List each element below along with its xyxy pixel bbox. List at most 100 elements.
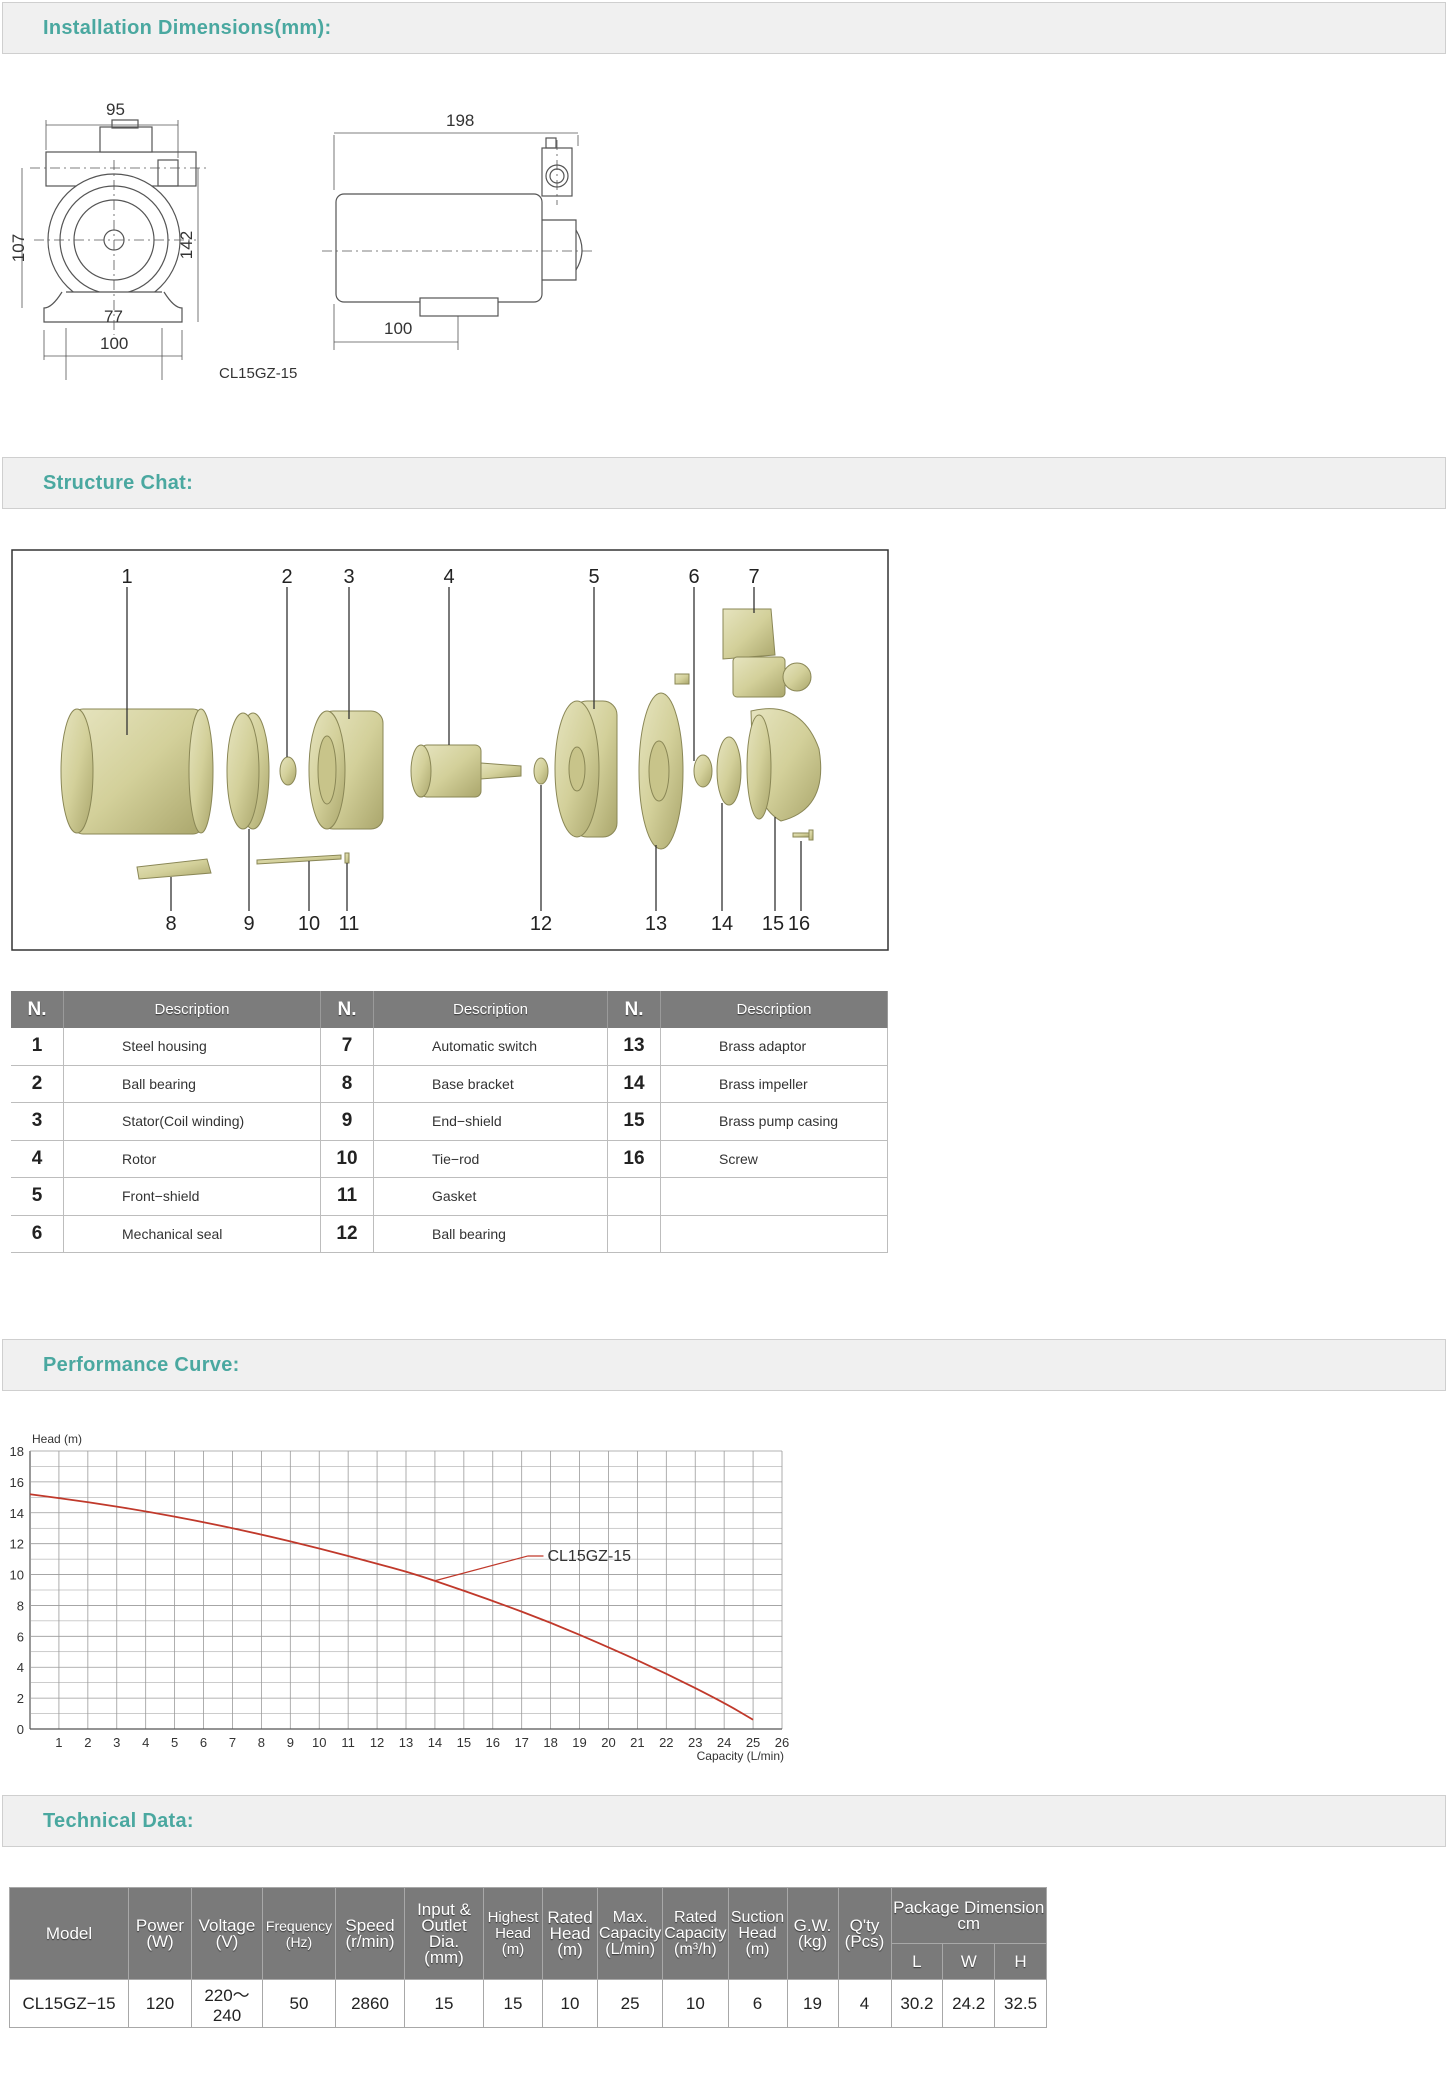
header-text: Capacity bbox=[599, 1924, 662, 1942]
header-unit: (mm) bbox=[424, 1947, 464, 1967]
callout-6: 6 bbox=[688, 566, 699, 588]
part-number: 11 bbox=[320, 1177, 374, 1216]
header-text: Head bbox=[738, 1924, 777, 1942]
header-unit: (m) bbox=[557, 1939, 583, 1959]
part-description: Ball bearing bbox=[63, 1065, 321, 1103]
part-number: 2 bbox=[11, 1065, 64, 1103]
header-unit: (L/min) bbox=[605, 1940, 656, 1958]
header-length: L bbox=[890, 1943, 944, 1980]
x-tick-label: 23 bbox=[688, 1735, 702, 1750]
callout-3: 3 bbox=[343, 566, 354, 588]
chart-grid bbox=[29, 1450, 783, 1730]
header-text: Frequency bbox=[265, 1917, 333, 1934]
header-n: N. bbox=[320, 991, 374, 1028]
x-tick-label: 19 bbox=[572, 1735, 586, 1750]
header-power: Power (W) bbox=[128, 1887, 192, 1980]
part-number: 10 bbox=[320, 1140, 374, 1178]
header-text: Max. bbox=[612, 1908, 648, 1926]
empty-cell bbox=[607, 1177, 661, 1216]
dim-100-front: 100 bbox=[100, 334, 128, 353]
callout-15: 15 bbox=[762, 913, 784, 935]
section-title: Structure Chat: bbox=[43, 472, 194, 494]
callout-7: 7 bbox=[748, 566, 759, 588]
header-unit: (r/min) bbox=[345, 1931, 395, 1951]
x-tick-label: 14 bbox=[428, 1735, 442, 1750]
cell-frequency: 50 bbox=[262, 1979, 336, 2028]
part-description: End−shield bbox=[373, 1102, 608, 1141]
table-row: 4 Rotor 10 Tie−rod 16 Screw bbox=[11, 1140, 888, 1178]
part-description: Stator(Coil winding) bbox=[63, 1102, 321, 1141]
header-unit: (kg) bbox=[797, 1931, 828, 1951]
callout-14: 14 bbox=[711, 913, 733, 935]
part-description: Brass impeller bbox=[660, 1065, 888, 1103]
y-tick-label: 2 bbox=[17, 1691, 24, 1706]
header-rated-capacity: Rated Capacity (m³/h) bbox=[662, 1887, 729, 1980]
part-description: Brass pump casing bbox=[660, 1102, 888, 1141]
cell-length: 30.2 bbox=[890, 1979, 944, 2028]
header-inlet-outlet: Input & Outlet Dia. (mm) bbox=[404, 1887, 484, 1980]
x-tick-label: 18 bbox=[543, 1735, 557, 1750]
y-tick-label: 12 bbox=[10, 1537, 24, 1552]
part-14-brass-impeller bbox=[716, 736, 742, 806]
section-title: Performance Curve: bbox=[43, 1354, 240, 1376]
x-tick-label: 25 bbox=[746, 1735, 760, 1750]
callout-12: 12 bbox=[530, 913, 552, 935]
curve-annotation: CL15GZ-15 bbox=[547, 1548, 631, 1565]
empty-cell bbox=[607, 1215, 661, 1253]
cell-height: 32.5 bbox=[994, 1979, 1047, 2028]
dim-77: 77 bbox=[104, 307, 123, 326]
part-2-ball-bearing bbox=[279, 756, 297, 786]
header-description: Description bbox=[660, 991, 888, 1028]
table-row: 3 Stator(Coil winding) 9 End−shield 15 B… bbox=[11, 1102, 888, 1141]
table-row: 2 Ball bearing 8 Base bracket 14 Brass i… bbox=[11, 1065, 888, 1103]
part-number: 7 bbox=[320, 1028, 374, 1066]
cell-highest-head: 15 bbox=[483, 1979, 543, 2028]
part-number: 5 bbox=[11, 1177, 64, 1216]
part-description: Front−shield bbox=[63, 1177, 321, 1216]
table-row: CL15GZ−15 120 220～240 50 2860 15 15 10 2… bbox=[9, 1979, 1047, 2028]
part-12-ball-bearing bbox=[533, 757, 549, 785]
x-tick-label: 22 bbox=[659, 1735, 673, 1750]
table-row: 1 Steel housing 7 Automatic switch 13 Br… bbox=[11, 1028, 888, 1066]
header-unit: (V) bbox=[215, 1931, 239, 1951]
section-title: Technical Data: bbox=[43, 1810, 194, 1832]
header-text: Rated bbox=[674, 1908, 717, 1926]
x-tick-label: 16 bbox=[486, 1735, 500, 1750]
header-text: Capacity bbox=[664, 1924, 727, 1942]
part-description: Steel housing bbox=[63, 1028, 321, 1066]
technical-data-table: Model Power (W) Voltage (V) Frequency (Hz) … bbox=[9, 1887, 1047, 2028]
callout-8: 8 bbox=[165, 913, 176, 935]
header-text: Head bbox=[495, 1924, 531, 1942]
part-description: Mechanical seal bbox=[63, 1215, 321, 1253]
callout-2: 2 bbox=[281, 566, 292, 588]
header-gross-weight: G.W. (kg) bbox=[786, 1887, 839, 1980]
x-tick-label: 11 bbox=[341, 1735, 355, 1750]
part-description: Automatic switch bbox=[373, 1028, 608, 1066]
x-tick-label: 8 bbox=[258, 1735, 265, 1750]
header-unit: (m) bbox=[501, 1940, 525, 1958]
section-header-technical: Technical Data: bbox=[2, 1795, 1446, 1847]
x-tick-label: 24 bbox=[717, 1735, 731, 1750]
part-number: 1 bbox=[11, 1028, 64, 1066]
x-tick-label: 1 bbox=[55, 1735, 62, 1750]
header-model: Model bbox=[9, 1887, 129, 1980]
section-header-structure: Structure Chat: bbox=[2, 457, 1446, 509]
cell-power: 120 bbox=[128, 1979, 192, 2028]
x-tick-label: 5 bbox=[171, 1735, 178, 1750]
y-tick-label: 6 bbox=[17, 1629, 24, 1644]
dim-107: 107 bbox=[9, 234, 28, 262]
part-description: Brass adaptor bbox=[660, 1028, 888, 1066]
header-text: Highest bbox=[487, 1908, 539, 1926]
part-number: 14 bbox=[607, 1065, 661, 1103]
callout-1: 1 bbox=[121, 566, 132, 588]
cell-inlet-outlet: 15 bbox=[404, 1979, 484, 2028]
cell-quantity: 4 bbox=[837, 1979, 892, 2028]
x-tick-label: 10 bbox=[312, 1735, 326, 1750]
part-description: Base bracket bbox=[373, 1065, 608, 1103]
header-description: Description bbox=[373, 991, 608, 1028]
parts-table-header: N. Description N. Description N. Descrip… bbox=[11, 991, 888, 1028]
x-tick-label: 2 bbox=[84, 1735, 91, 1750]
header-text: Outlet Dia. bbox=[421, 1915, 467, 1951]
dim-142: 142 bbox=[177, 231, 196, 259]
header-n: N. bbox=[11, 991, 64, 1028]
